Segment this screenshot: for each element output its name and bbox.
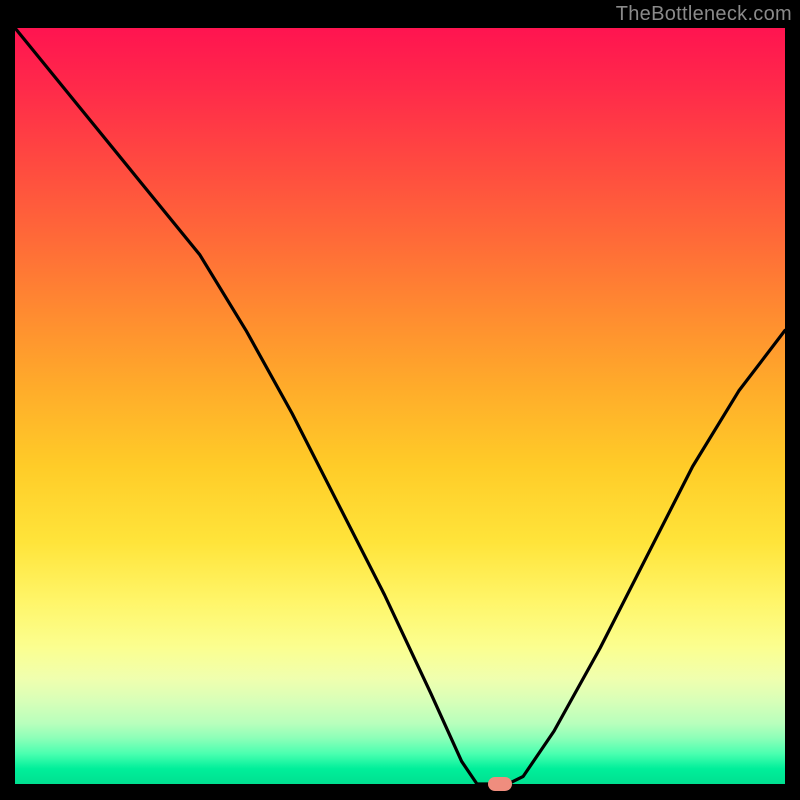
chart-frame: TheBottleneck.com <box>0 0 800 800</box>
watermark-text: TheBottleneck.com <box>616 3 792 26</box>
optimal-point-marker <box>488 777 512 791</box>
plot-area <box>15 28 785 784</box>
bottleneck-curve-path <box>15 28 785 784</box>
bottleneck-curve <box>15 28 785 784</box>
